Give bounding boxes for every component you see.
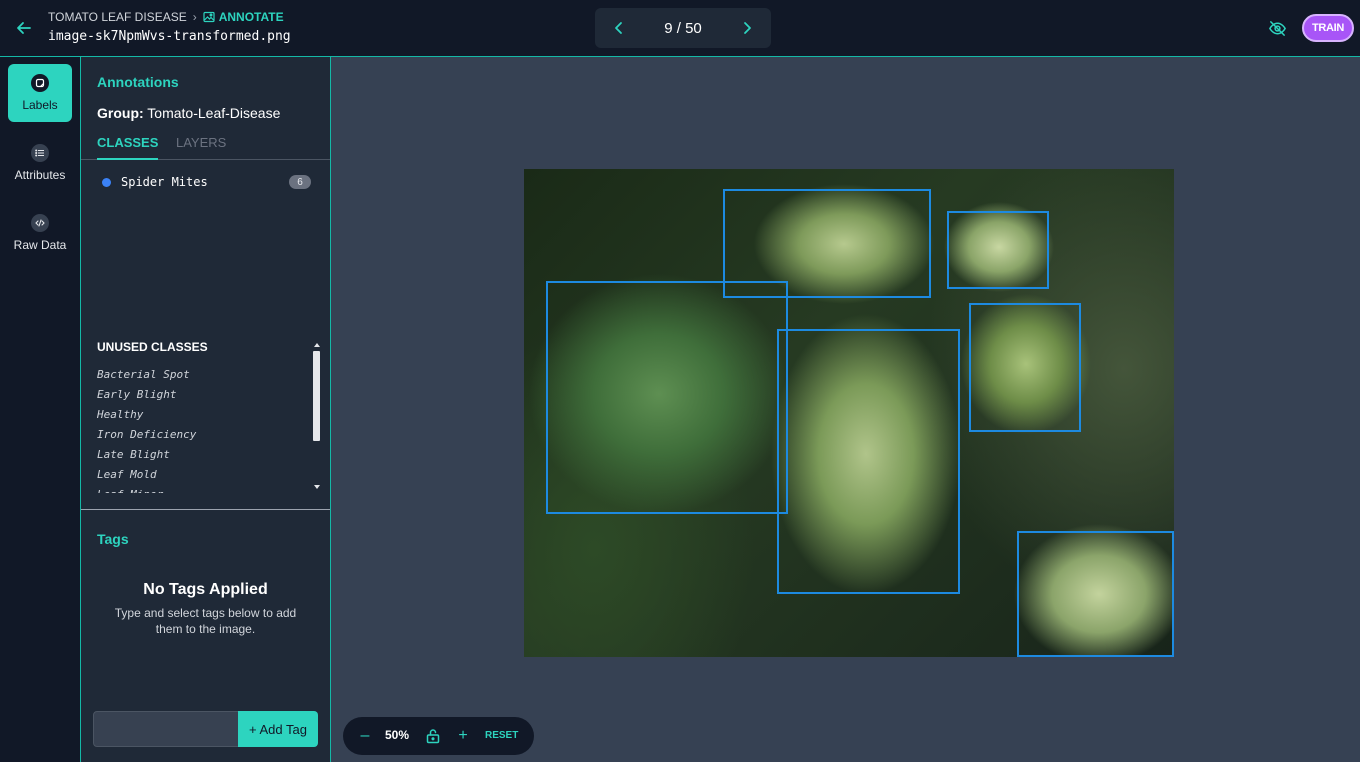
panel-divider xyxy=(81,509,330,510)
rail-item-raw-data[interactable]: Raw Data xyxy=(8,204,72,262)
breadcrumb-current-label: ANNOTATE xyxy=(218,10,284,24)
file-name: image-sk7NpmWvs-transformed.png xyxy=(48,29,291,44)
class-name: Spider Mites xyxy=(121,175,208,189)
unlock-icon[interactable] xyxy=(426,728,440,744)
back-arrow-icon[interactable] xyxy=(14,18,34,38)
unused-class-item[interactable]: Bacterial Spot xyxy=(97,365,297,385)
rail-label-labels: Labels xyxy=(22,98,58,112)
bounding-box[interactable] xyxy=(777,329,960,594)
zoom-reset-button[interactable]: RESET xyxy=(485,730,518,741)
scroll-down-arrow-icon[interactable] xyxy=(314,485,320,489)
rail-item-labels[interactable]: Labels xyxy=(8,64,72,122)
image-icon xyxy=(203,11,215,23)
unused-class-item[interactable]: Iron Deficiency xyxy=(97,425,297,445)
breadcrumb-current: ANNOTATE xyxy=(203,10,284,24)
group-label: Group: xyxy=(97,105,144,121)
unused-class-item[interactable]: Late Blight xyxy=(97,445,297,465)
chevron-left-icon[interactable] xyxy=(611,20,627,36)
rail-label-raw-data: Raw Data xyxy=(13,238,67,252)
unused-class-item[interactable]: Early Blight xyxy=(97,385,297,405)
breadcrumb: TOMATO LEAF DISEASE › ANNOTATE xyxy=(48,10,284,24)
unused-class-item[interactable]: Leaf Miner xyxy=(97,485,297,493)
pager-count: 9 / 50 xyxy=(664,19,702,37)
panel-tabs: CLASSES LAYERS xyxy=(81,135,330,160)
zoom-out-button[interactable]: – xyxy=(358,726,372,746)
unused-class-item[interactable]: Leaf Mold xyxy=(97,465,297,485)
bounding-box[interactable] xyxy=(1017,531,1174,657)
list-icon xyxy=(31,144,49,162)
scroll-thumb[interactable] xyxy=(313,351,320,441)
tags-empty-state: No Tags Applied Type and select tags bel… xyxy=(81,581,330,637)
image-canvas[interactable] xyxy=(524,169,1174,657)
unused-classes-title: UNUSED CLASSES xyxy=(97,340,208,354)
label-icon xyxy=(31,74,49,92)
bounding-box[interactable] xyxy=(969,303,1081,432)
bounding-box[interactable] xyxy=(546,281,788,514)
unused-classes-list[interactable]: Bacterial Spot Early Blight Healthy Iron… xyxy=(97,365,297,493)
unused-class-item[interactable]: Healthy xyxy=(97,405,297,425)
zoom-level: 50% xyxy=(385,728,410,742)
annotations-panel: Annotations Group: Tomato-Leaf-Disease C… xyxy=(81,57,331,762)
rail-label-attributes: Attributes xyxy=(14,168,66,182)
class-item-spider-mites[interactable]: Spider Mites 6 xyxy=(97,173,311,191)
zoom-controls: – 50% + RESET xyxy=(343,717,534,755)
tab-classes[interactable]: CLASSES xyxy=(97,135,159,160)
zoom-in-button[interactable]: + xyxy=(456,726,470,746)
rail-item-attributes[interactable]: Attributes xyxy=(8,134,72,192)
chevron-right-icon[interactable] xyxy=(739,20,755,36)
top-bar: TOMATO LEAF DISEASE › ANNOTATE image-sk7… xyxy=(0,0,1360,57)
eye-off-icon[interactable] xyxy=(1268,19,1287,38)
tags-empty-title: No Tags Applied xyxy=(143,581,268,598)
unused-classes-scrollbar[interactable] xyxy=(313,343,321,491)
train-button[interactable]: TRAIN xyxy=(1302,14,1354,42)
breadcrumb-project[interactable]: TOMATO LEAF DISEASE xyxy=(48,10,187,24)
tag-input[interactable] xyxy=(93,711,239,747)
left-rail: Labels Attributes Raw Data xyxy=(0,57,81,762)
chevron-right-icon: › xyxy=(192,10,197,24)
group-name: Tomato-Leaf-Disease xyxy=(147,105,281,121)
class-color-dot xyxy=(102,177,111,187)
bounding-box[interactable] xyxy=(947,211,1049,289)
panel-title: Annotations xyxy=(97,74,179,90)
image-pager: 9 / 50 xyxy=(595,8,771,48)
tags-empty-text: Type and select tags below to add them t… xyxy=(114,606,297,636)
class-count-badge: 6 xyxy=(289,175,311,189)
tags-title: Tags xyxy=(97,531,129,547)
group-line: Group: Tomato-Leaf-Disease xyxy=(97,105,280,121)
code-icon xyxy=(31,214,49,232)
add-tag-button[interactable]: + Add Tag xyxy=(238,711,318,747)
tab-layers[interactable]: LAYERS xyxy=(176,135,226,160)
scroll-up-arrow-icon[interactable] xyxy=(314,343,320,347)
